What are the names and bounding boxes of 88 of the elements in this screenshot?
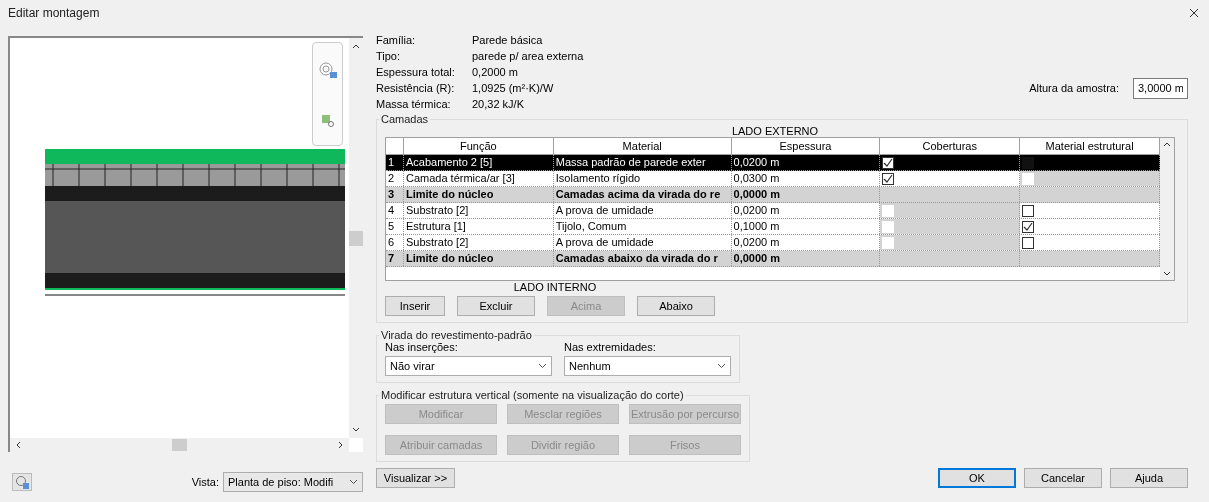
close-icon xyxy=(1187,6,1201,20)
side-label: LADO EXTERNO xyxy=(731,125,819,137)
field-label: Nas extremidades: xyxy=(564,341,657,353)
checkbox[interactable] xyxy=(882,156,895,169)
column-header[interactable]: Função xyxy=(404,138,554,154)
sample-height-field[interactable]: 3,0000 m xyxy=(1133,77,1188,99)
chevron-down-icon xyxy=(538,363,547,369)
table-cell: A prova de umidade xyxy=(553,203,732,218)
property-label: Família: xyxy=(376,34,417,47)
table-cell: Limite do núcleo xyxy=(404,187,554,202)
chevron-right-icon[interactable] xyxy=(338,441,343,449)
chevron-down-icon xyxy=(349,479,358,485)
close-button[interactable] xyxy=(1187,6,1201,20)
group-title: Camadas xyxy=(380,113,430,125)
view-select[interactable]: Planta de piso: Modifi xyxy=(223,472,363,492)
table-cell: 0,0300 m xyxy=(731,171,881,186)
table-row[interactable]: 1 Acabamento 2 [5] Massa padrão de parede exter 0,0200 m xyxy=(386,155,1160,171)
chevron-down-icon[interactable] xyxy=(1163,271,1171,276)
table-cell: Substrato [2] xyxy=(404,203,554,218)
property-value: 1,0925 (m²·K)/W xyxy=(472,82,555,95)
scrollbar-thumb[interactable] xyxy=(172,439,187,451)
steering-wheel-icon xyxy=(15,475,29,489)
table-cell: Camadas acima da virada do re xyxy=(553,187,732,202)
chevron-down-icon xyxy=(717,363,726,369)
property-label: Espessura total: xyxy=(376,66,456,79)
property-value: 20,32 kJ/K xyxy=(472,98,525,111)
sample-height-label: Altura da amostra: xyxy=(1029,82,1119,94)
checkbox[interactable] xyxy=(1022,236,1035,249)
table-cell: 4 xyxy=(386,203,404,218)
column-header[interactable]: Espessura xyxy=(731,138,881,154)
zoom-icon[interactable] xyxy=(320,113,335,128)
table-cell: 1 xyxy=(386,155,404,170)
window-title: Editar montagem xyxy=(8,6,100,20)
property-label: Massa térmica: xyxy=(376,98,452,111)
column-header[interactable]: Material xyxy=(553,138,732,154)
table-row[interactable]: 6 Substrato [2] A prova de umidade 0,0200 m xyxy=(386,235,1160,251)
scrollbar-thumb[interactable] xyxy=(349,230,363,246)
table-cell: Acabamento 2 [5] xyxy=(404,155,554,170)
chevron-up-icon[interactable] xyxy=(1163,142,1171,147)
property-label: Resistência (R): xyxy=(376,82,456,95)
property-label: Tipo: xyxy=(376,50,402,63)
table-cell: Substrato [2] xyxy=(404,235,554,250)
chevron-left-icon[interactable] xyxy=(16,441,21,449)
table-action-button[interactable]: Inserir xyxy=(385,296,445,316)
wrap-select[interactable]: Nenhum xyxy=(564,356,731,376)
table-cell: Limite do núcleo xyxy=(404,251,554,266)
chevron-down-icon[interactable] xyxy=(352,427,360,432)
chevron-up-icon[interactable] xyxy=(352,44,360,49)
checkbox[interactable] xyxy=(882,172,895,185)
steering-wheel-icon[interactable] xyxy=(317,60,338,79)
checkbox[interactable] xyxy=(1022,220,1035,233)
table-cell: Massa padrão de parede exter xyxy=(553,155,732,170)
group-title: Virada do revestimento-padrão xyxy=(380,329,533,341)
side-label: LADO INTERNO xyxy=(513,281,597,293)
checkbox[interactable] xyxy=(1022,204,1035,217)
table-cell: 7 xyxy=(386,251,404,266)
table-cell: 5 xyxy=(386,219,404,234)
table-action-button[interactable]: Excluir xyxy=(457,296,535,316)
table-cell: 0,0000 m xyxy=(731,187,881,202)
table-cell: 0,0000 m xyxy=(731,251,881,266)
table-row[interactable]: 4 Substrato [2] A prova de umidade 0,0200 m xyxy=(386,203,1160,219)
dialog-button[interactable]: Ajuda xyxy=(1110,468,1188,488)
field-label: Nas inserções: xyxy=(385,341,459,353)
preview-toggle-button[interactable]: Visualizar >> xyxy=(376,468,455,488)
dialog-button[interactable]: OK xyxy=(938,468,1016,488)
table-row[interactable]: 2 Camada térmica/ar [3] Isolamento rígido 0,0300 m xyxy=(386,171,1160,187)
table-cell: Estrutura [1] xyxy=(404,219,554,234)
property-value: parede p/ area externa xyxy=(472,50,584,63)
table-cell: 3 xyxy=(386,187,404,202)
property-value: Parede básica xyxy=(472,34,544,47)
table-cell: 2 xyxy=(386,171,404,186)
table-cell: A prova de umidade xyxy=(553,235,732,250)
table-cell: 6 xyxy=(386,235,404,250)
dialog-button[interactable]: Cancelar xyxy=(1024,468,1102,488)
table-cell: Tijolo, Comum xyxy=(553,219,732,234)
table-row[interactable]: 5 Estrutura [1] Tijolo, Comum 0,1000 m xyxy=(386,219,1160,235)
table-row[interactable]: 7 Limite do núcleo Camadas abaixo da virada do r 0,0000 m xyxy=(386,251,1160,267)
view-label: Vista: xyxy=(191,476,219,488)
table-action-button[interactable]: Abaixo xyxy=(637,296,715,316)
table-row[interactable]: 3 Limite do núcleo Camadas acima da virada do re 0,0000 m xyxy=(386,187,1160,203)
property-value: 0,2000 m xyxy=(472,66,519,79)
group-title: Modificar estrutura vertical (somente na visualização do corte) xyxy=(380,389,685,401)
wrap-select[interactable]: Não virar xyxy=(385,356,552,376)
view-2d-button[interactable] xyxy=(12,473,32,491)
table-cell: Isolamento rígido xyxy=(553,171,732,186)
table-cell: Camadas abaixo da virada do r xyxy=(553,251,732,266)
table-cell: Camada térmica/ar [3] xyxy=(404,171,554,186)
column-header[interactable]: Coberturas xyxy=(880,138,1021,154)
